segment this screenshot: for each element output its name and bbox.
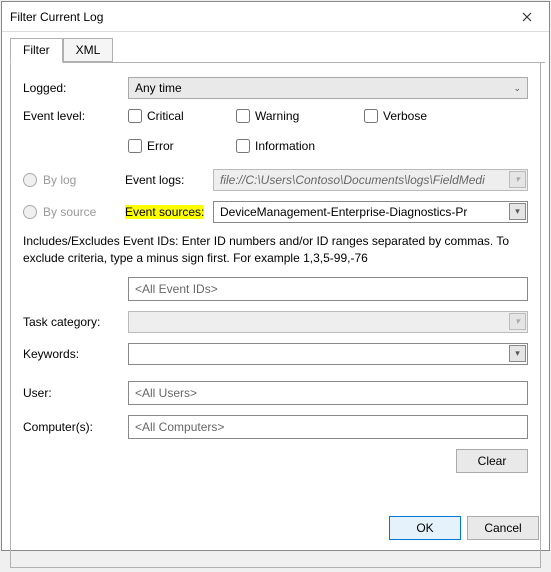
checkbox-critical[interactable]: Critical [128, 109, 218, 123]
logged-dropdown[interactable]: Any time ⌄ [128, 77, 528, 99]
ok-button[interactable]: OK [389, 516, 461, 540]
clear-button[interactable]: Clear [456, 449, 528, 473]
checkbox-information[interactable]: Information [236, 139, 315, 153]
tab-filter[interactable]: Filter [10, 38, 63, 63]
event-sources-dropdown[interactable]: DeviceManagement-Enterprise-Diagnostics-… [213, 201, 528, 223]
label-task-category: Task category: [23, 315, 128, 329]
event-ids-input[interactable] [128, 277, 528, 301]
warning-input[interactable] [236, 109, 250, 123]
event-level-group: Critical Warning Verbose Error Informati… [128, 109, 528, 153]
dropdown-arrow-icon: ▾ [509, 203, 526, 220]
dropdown-arrow-icon: ▾ [509, 345, 526, 362]
close-button[interactable] [505, 2, 549, 31]
chevron-down-icon: ⌄ [513, 83, 521, 94]
label-event-logs: Event logs: [125, 173, 213, 187]
label-logged: Logged: [23, 81, 128, 95]
tab-strip: Filter XML [10, 38, 545, 63]
label-event-sources: Event sources: [125, 205, 204, 219]
radio-by-source [23, 205, 37, 219]
dropdown-arrow-icon: ▾ [509, 313, 526, 330]
computers-input[interactable] [128, 415, 528, 439]
error-input[interactable] [128, 139, 142, 153]
label-by-log: By log [43, 173, 125, 187]
tab-xml[interactable]: XML [63, 38, 114, 62]
label-keywords: Keywords: [23, 347, 128, 361]
event-logs-value: file://C:\Users\Contoso\Documents\logs\F… [220, 173, 485, 187]
checkbox-error[interactable]: Error [128, 139, 218, 153]
dialog-buttons: OK Cancel [373, 506, 549, 550]
task-category-dropdown: ▾ [128, 311, 528, 333]
dialog-window: Filter Current Log Filter XML Logged: An… [1, 1, 550, 551]
label-computers: Computer(s): [23, 420, 128, 434]
event-logs-dropdown: file://C:\Users\Contoso\Documents\logs\F… [213, 169, 528, 191]
close-icon [522, 12, 532, 22]
user-input[interactable] [128, 381, 528, 405]
content-area: Filter XML Logged: Any time ⌄ Event leve… [2, 32, 549, 572]
titlebar: Filter Current Log [2, 2, 549, 32]
radio-by-log [23, 173, 37, 187]
verbose-input[interactable] [364, 109, 378, 123]
window-title: Filter Current Log [10, 10, 103, 24]
label-event-sources-wrap: Event sources: [125, 205, 213, 219]
logged-value: Any time [135, 81, 182, 95]
critical-input[interactable] [128, 109, 142, 123]
label-by-source: By source [43, 205, 125, 219]
help-text: Includes/Excludes Event IDs: Enter ID nu… [23, 233, 528, 267]
checkbox-verbose[interactable]: Verbose [364, 109, 427, 123]
checkbox-warning[interactable]: Warning [236, 109, 346, 123]
event-sources-value: DeviceManagement-Enterprise-Diagnostics-… [220, 205, 467, 219]
filter-panel: Logged: Any time ⌄ Event level: Critical… [10, 63, 541, 568]
label-user: User: [23, 386, 128, 400]
dropdown-arrow-icon: ▾ [509, 171, 526, 188]
cancel-button[interactable]: Cancel [467, 516, 539, 540]
keywords-dropdown[interactable]: ▾ [128, 343, 528, 365]
information-input[interactable] [236, 139, 250, 153]
label-event-level: Event level: [23, 109, 128, 123]
